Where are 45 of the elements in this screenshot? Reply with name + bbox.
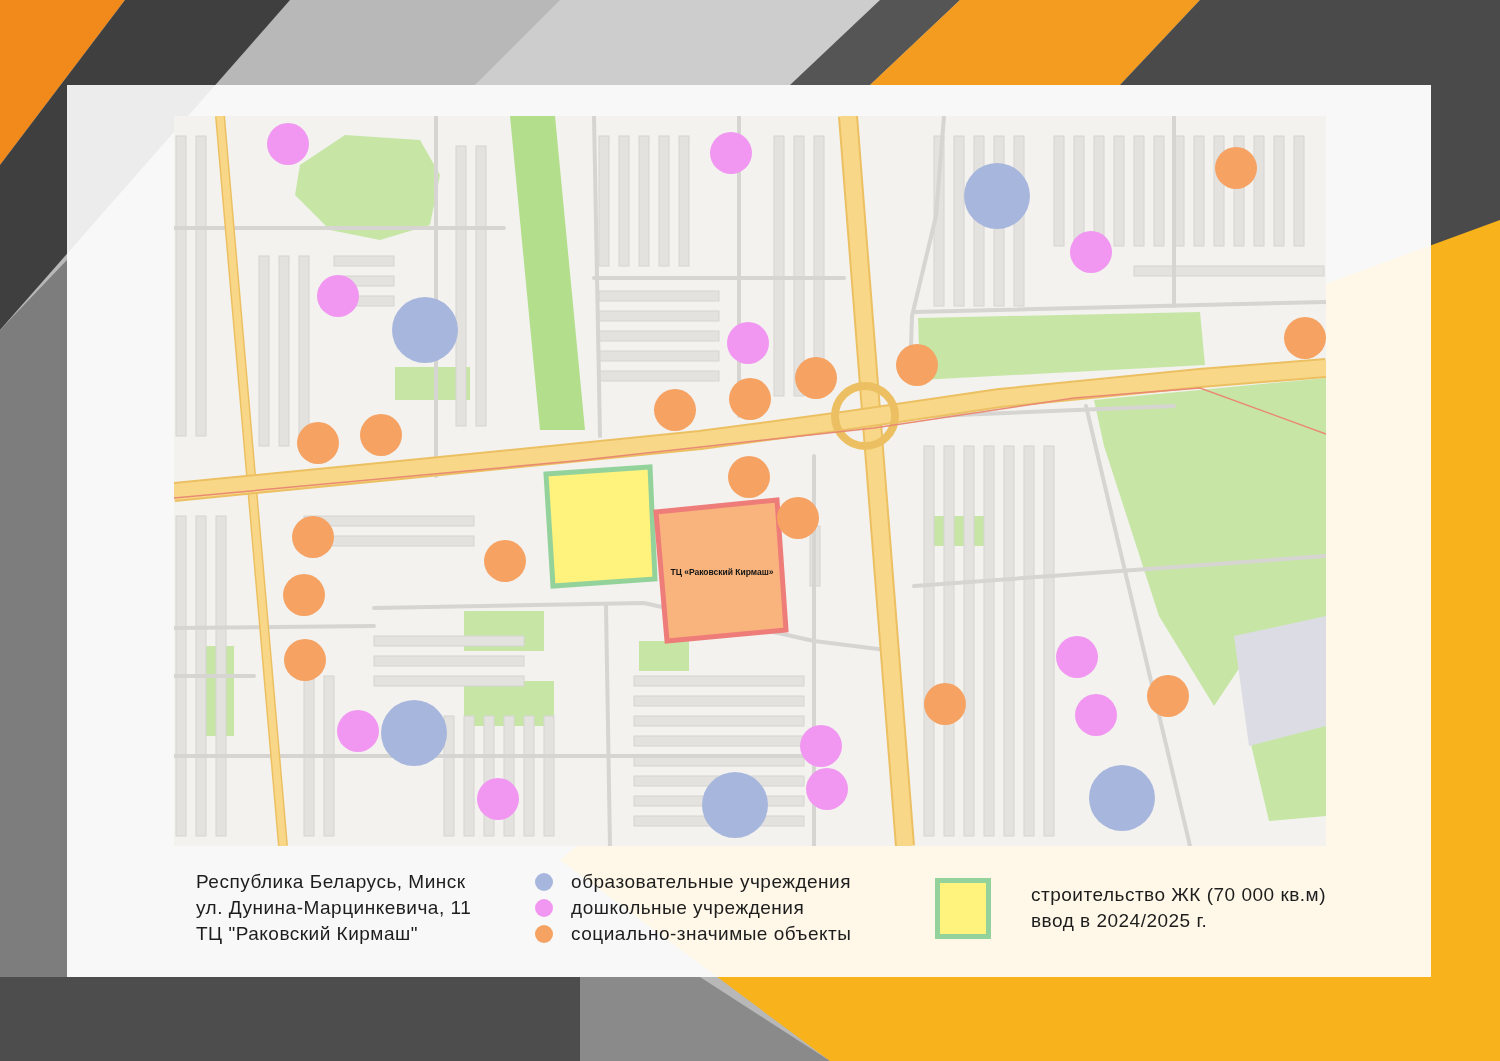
- preschool-marker: [800, 725, 842, 767]
- roundabout-ring: [831, 382, 899, 450]
- preschool-marker: [337, 710, 379, 752]
- social-marker: [896, 344, 938, 386]
- social-marker: [484, 540, 526, 582]
- social-marker: [360, 414, 402, 456]
- preschool-marker: [267, 123, 309, 165]
- preschool-marker: [806, 768, 848, 810]
- education-marker: [1089, 765, 1155, 831]
- construction-note: ввод в 2024/2025 г.: [1031, 909, 1209, 933]
- social-marker: [795, 357, 837, 399]
- social-marker: [284, 639, 326, 681]
- social-marker: [654, 389, 696, 431]
- social-marker: [1215, 147, 1257, 189]
- education-marker: [381, 700, 447, 766]
- legend-swatch-icon: [935, 877, 991, 939]
- social-marker: [1284, 317, 1326, 359]
- social-marker: [924, 683, 966, 725]
- preschool-marker: [710, 132, 752, 174]
- preschool-marker: [317, 275, 359, 317]
- social-marker: [729, 378, 771, 420]
- social-marker: [1147, 675, 1189, 717]
- building-block: [333, 255, 395, 267]
- construction-note: строительство ЖК (70 000 кв.м): [1031, 883, 1326, 907]
- social-marker: [728, 456, 770, 498]
- education-marker: [964, 163, 1030, 229]
- preschool-marker: [477, 778, 519, 820]
- preschool-marker: [1056, 636, 1098, 678]
- social-marker: [777, 497, 819, 539]
- legend-label: социально-значимые объекты: [571, 922, 852, 946]
- education-marker: [702, 772, 768, 838]
- education-marker: [392, 297, 458, 363]
- preschool-marker: [1075, 694, 1117, 736]
- legend-label: дошкольные учреждения: [571, 896, 805, 920]
- park-area: [639, 641, 689, 671]
- social-marker: [283, 574, 325, 616]
- legend-label: образовательные учреждения: [571, 870, 851, 894]
- preschool-marker: [1070, 231, 1112, 273]
- social-marker: [297, 422, 339, 464]
- social-marker: [292, 516, 334, 558]
- address-line: ул. Дунина-Марцинкевича, 11: [196, 896, 473, 920]
- mall-label: ТЦ «Раковский Кирмаш»: [670, 567, 774, 577]
- address-line: Республика Беларусь, Минск: [196, 870, 467, 894]
- address-line: ТЦ "Раковский Кирмаш": [196, 922, 419, 946]
- preschool-marker: [727, 322, 769, 364]
